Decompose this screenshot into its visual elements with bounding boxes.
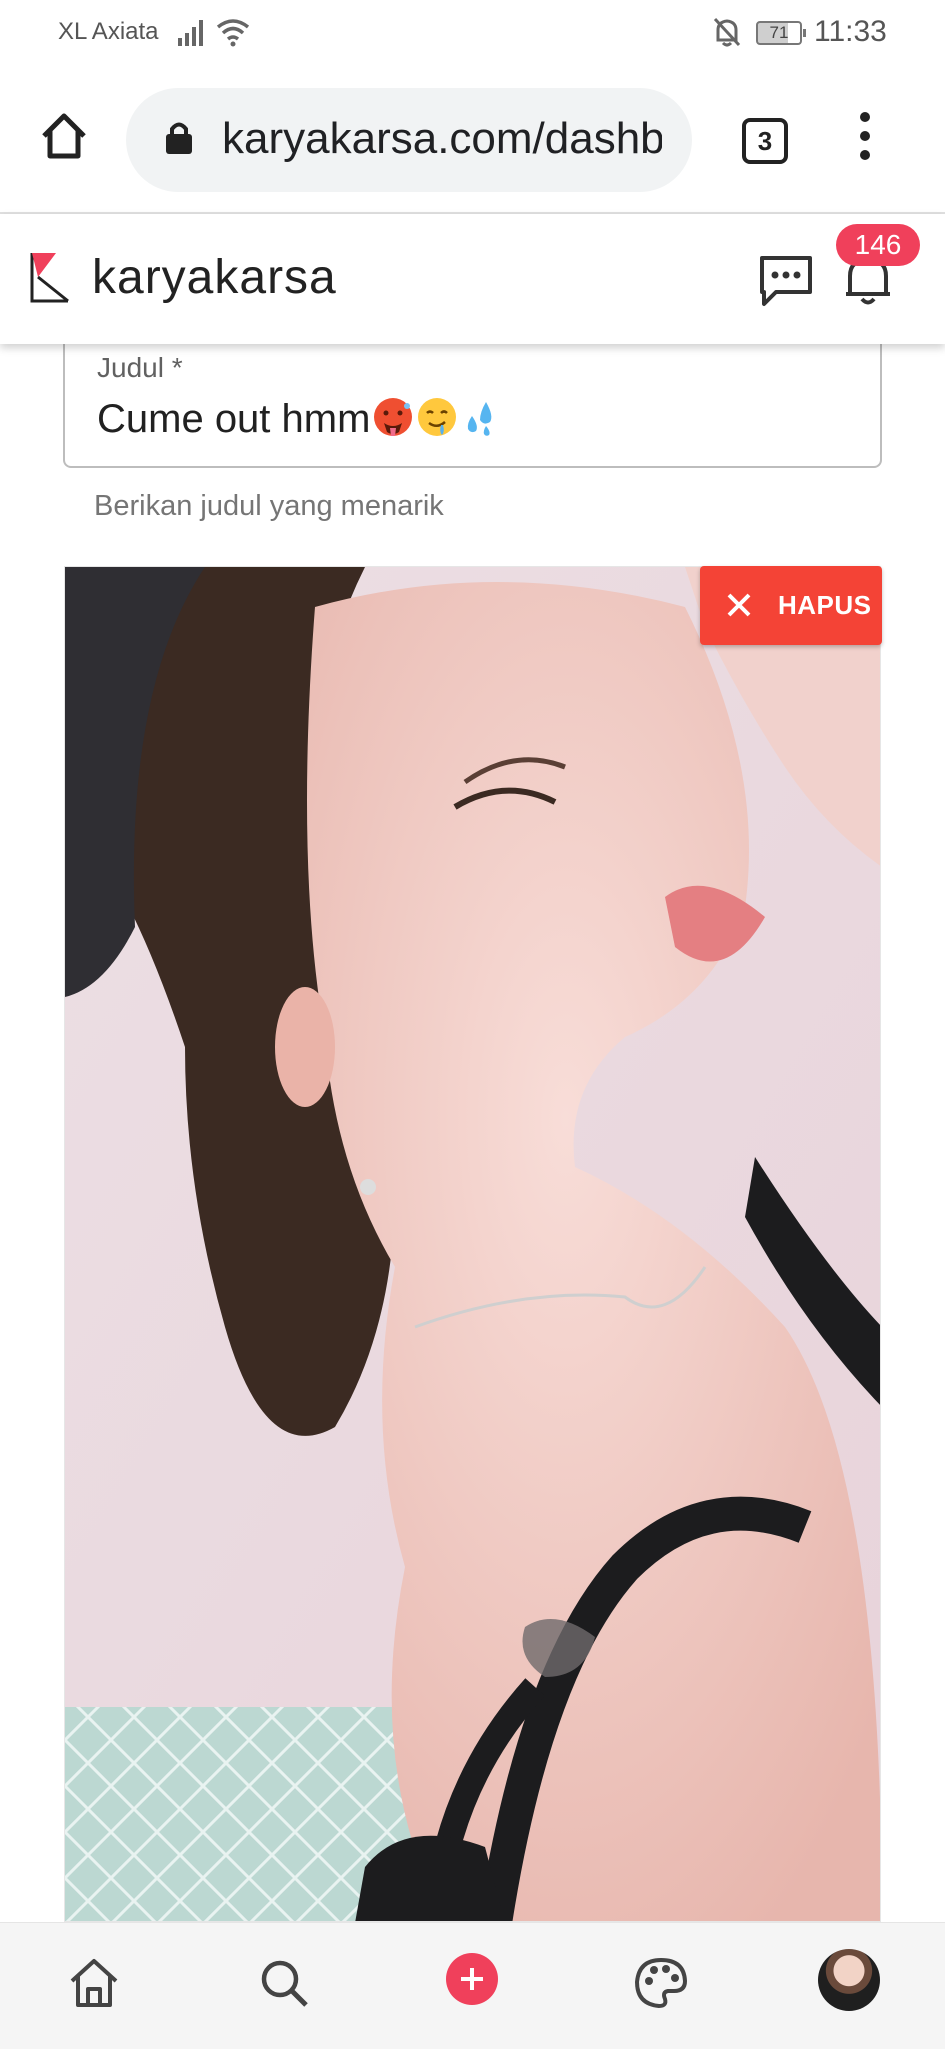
hot-face-emoji-icon xyxy=(374,398,413,436)
wifi-icon xyxy=(216,19,250,47)
carrier-name: XL Axiata xyxy=(58,18,159,45)
nav-palette-icon[interactable] xyxy=(634,1957,688,2009)
nav-home-icon[interactable] xyxy=(68,1957,120,2009)
notification-count-badge[interactable]: 146 xyxy=(836,224,920,266)
delete-image-button[interactable]: HAPUS xyxy=(700,566,882,645)
title-input-value[interactable]: Cume out hmm xyxy=(97,396,502,442)
signal-icon xyxy=(178,20,203,46)
lock-icon xyxy=(166,122,192,154)
url-text[interactable]: karyakarsa.com/dashboard xyxy=(222,114,662,164)
uploaded-photo xyxy=(65,567,880,1921)
karyakarsa-logo-icon[interactable] xyxy=(30,251,70,303)
battery-level: 71 xyxy=(769,23,789,42)
browser-toolbar: karyakarsa.com/dashboard 3 xyxy=(0,66,945,214)
nav-profile-avatar[interactable] xyxy=(818,1949,880,2011)
browser-menu-icon[interactable] xyxy=(860,112,870,169)
battery-icon: 71 xyxy=(756,21,806,45)
status-bar: XL Axiata 71 11:33 xyxy=(0,0,945,66)
close-icon xyxy=(727,593,751,617)
clock: 11:33 xyxy=(814,15,887,48)
title-text: Cume out hmm xyxy=(97,397,371,441)
title-field-label: Judul * xyxy=(97,352,183,383)
brand-name[interactable]: karyakarsa xyxy=(92,250,337,305)
nav-create-icon[interactable] xyxy=(446,1953,498,2005)
site-header: karyakarsa 146 xyxy=(0,214,945,344)
browser-home-icon[interactable] xyxy=(36,108,92,164)
messages-icon[interactable] xyxy=(758,254,814,308)
notifications-muted-icon xyxy=(713,17,741,47)
delete-button-label: HAPUS xyxy=(778,590,872,620)
address-bar[interactable]: karyakarsa.com/dashboard xyxy=(126,88,692,192)
sweat-droplets-emoji-icon xyxy=(468,402,492,436)
title-helper-text: Berikan judul yang menarik xyxy=(94,490,444,522)
uploaded-image-card xyxy=(64,566,881,1922)
drooling-face-emoji-icon xyxy=(418,398,457,436)
bottom-navigation xyxy=(0,1922,945,2049)
nav-search-icon[interactable] xyxy=(258,1957,310,2009)
tab-switcher-button[interactable]: 3 xyxy=(742,118,788,164)
